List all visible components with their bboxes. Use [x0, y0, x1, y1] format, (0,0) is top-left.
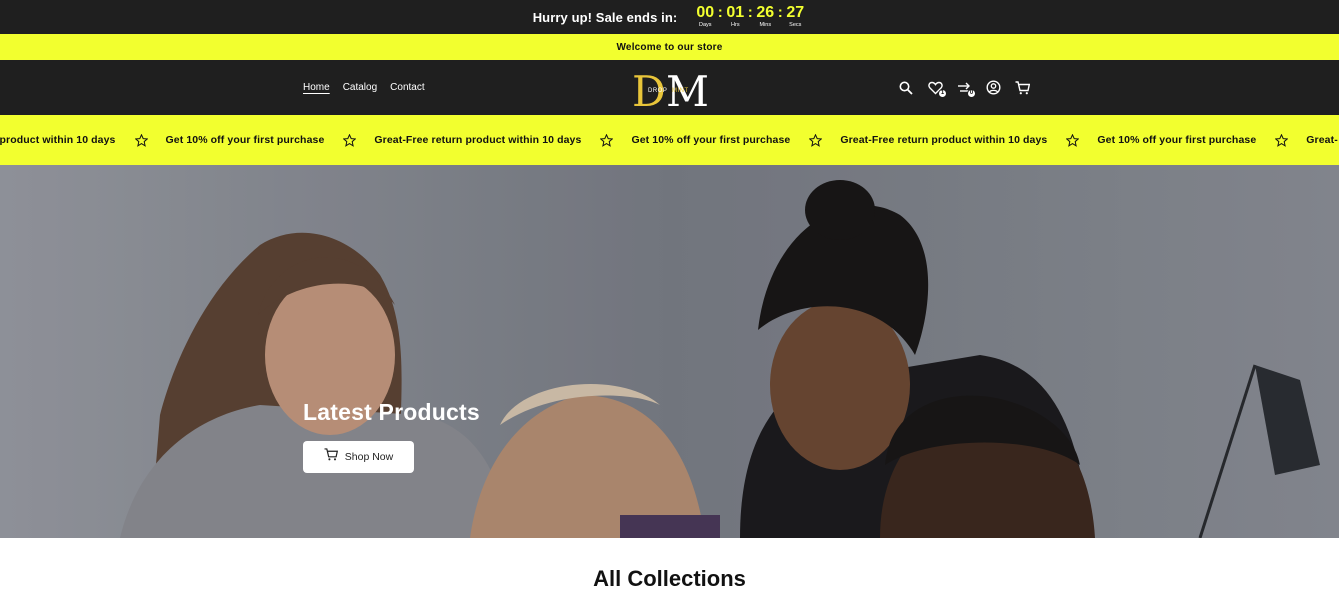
marquee-item: Get 10% off your first purchase	[165, 134, 325, 146]
star-icon	[1066, 133, 1080, 147]
timer-secs: 27 Secs	[784, 5, 806, 29]
timer-mins-value: 26	[756, 4, 775, 21]
search-icon[interactable]	[898, 80, 914, 96]
countdown-timer: 00 Days : 01 Hrs : 26 Mins : 27 Secs	[694, 5, 806, 29]
timer-secs-label: Secs	[789, 22, 802, 28]
account-icon[interactable]	[985, 80, 1001, 96]
timer-secs-value: 27	[786, 4, 805, 21]
star-icon	[1275, 133, 1289, 147]
promo-marquee: n product within 10 days Get 10% off you…	[0, 115, 1339, 165]
timer-days: 00 Days	[694, 5, 716, 29]
timer-separator: :	[747, 4, 753, 21]
timer-days-label: Days	[699, 22, 712, 28]
logo-word-drop: DROP	[648, 88, 667, 94]
star-icon	[809, 133, 823, 147]
marquee-item: Great-Free return product within 10 days	[374, 134, 582, 146]
shop-now-button[interactable]: Shop Now	[303, 441, 414, 473]
timer-separator: :	[717, 4, 723, 21]
countdown-bar: Hurry up! Sale ends in: 00 Days : 01 Hrs…	[0, 0, 1339, 34]
header-icons: 1 0	[898, 60, 1030, 115]
timer-hours: 01 Hrs	[724, 5, 746, 29]
marquee-item: Great-Free return product within 10 days	[840, 134, 1048, 146]
star-icon	[343, 133, 357, 147]
star-icon	[600, 133, 614, 147]
hero-image	[0, 165, 1339, 538]
compare-icon[interactable]: 0	[956, 80, 976, 98]
wishlist-count-badge: 1	[938, 88, 947, 98]
nav-catalog-link[interactable]: Catalog	[343, 82, 377, 93]
marquee-item: Get 10% off your first purchase	[631, 134, 791, 146]
site-header: Home Catalog Contact D M DROP MINT 1 0	[0, 60, 1339, 115]
logo-word-mint: MINT	[672, 88, 689, 94]
shop-now-label: Shop Now	[344, 451, 394, 463]
hero-title: Latest Products	[303, 399, 480, 425]
marquee-item: Great-	[1306, 134, 1338, 146]
timer-mins: 26 Mins	[754, 5, 776, 29]
timer-separator: :	[777, 4, 783, 21]
marquee-item: n product within 10 days	[0, 134, 116, 146]
nav-contact-link[interactable]: Contact	[390, 82, 424, 93]
timer-hours-value: 01	[726, 4, 745, 21]
marquee-track: n product within 10 days Get 10% off you…	[0, 115, 1338, 165]
heart-icon[interactable]: 1	[927, 80, 947, 98]
collections-title: All Collections	[593, 566, 746, 591]
cart-icon	[324, 448, 338, 466]
main-nav: Home Catalog Contact	[303, 60, 425, 115]
hero-banner: Latest Products Shop Now	[0, 165, 1339, 538]
countdown-text: Hurry up! Sale ends in:	[532, 9, 678, 25]
timer-days-value: 00	[696, 4, 715, 21]
compare-count-badge: 0	[967, 88, 976, 98]
announcement-text: Welcome to our store	[616, 41, 723, 53]
site-logo[interactable]: D M DROP MINT	[630, 64, 710, 112]
nav-home-link[interactable]: Home	[303, 82, 330, 93]
marquee-item: Get 10% off your first purchase	[1097, 134, 1257, 146]
announcement-bar: Welcome to our store	[0, 34, 1339, 60]
star-icon	[134, 133, 148, 147]
timer-mins-label: Mins	[759, 22, 772, 28]
cart-icon[interactable]	[1014, 80, 1030, 96]
timer-hours-label: Hrs	[731, 22, 740, 28]
